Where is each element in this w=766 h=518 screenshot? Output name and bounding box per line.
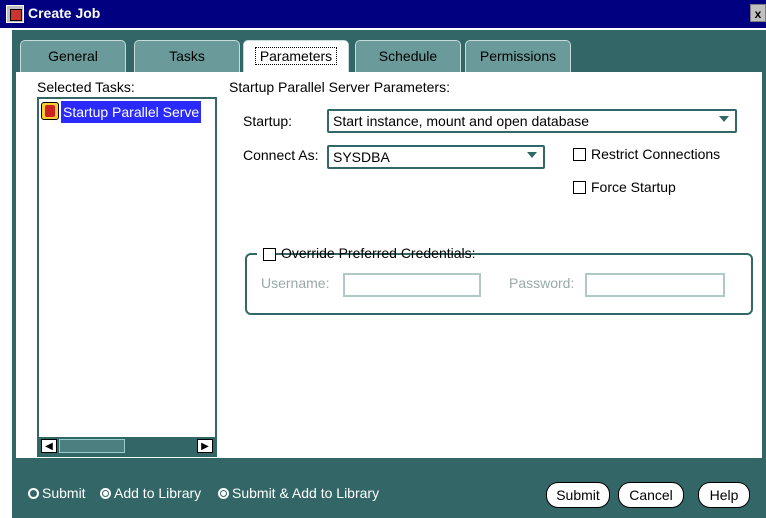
scroll-thumb[interactable]	[59, 439, 125, 453]
connect-as-label: Connect As:	[243, 147, 319, 163]
override-credentials-label: Override Preferred Credentials:	[281, 245, 476, 261]
submit-option-label: Submit	[42, 485, 86, 501]
window-title: Create Job	[28, 5, 101, 21]
help-button[interactable]: Help	[698, 482, 750, 508]
chevron-down-icon[interactable]	[527, 152, 537, 158]
force-startup-label: Force Startup	[591, 179, 676, 195]
add-to-library-radio[interactable]	[100, 488, 111, 499]
connect-as-select[interactable]: SYSDBA	[327, 145, 545, 169]
tab-permissions[interactable]: Permissions	[465, 40, 571, 72]
tab-schedule[interactable]: Schedule	[355, 40, 461, 72]
restrict-connections-checkbox[interactable]	[573, 148, 586, 161]
add-to-library-option-label: Add to Library	[114, 485, 202, 501]
submit-button[interactable]: Submit	[546, 482, 610, 508]
tab-label: General	[48, 48, 98, 64]
tab-tasks[interactable]: Tasks	[134, 40, 240, 72]
selected-tasks-list[interactable]: Startup Parallel Serve ◀ ▶	[37, 97, 217, 457]
override-credentials-group: Override Preferred Credentials: Username…	[245, 245, 753, 315]
dialog-panel: General Tasks Parameters Schedule Permis…	[12, 30, 766, 518]
footer-bar: Submit Add to Library Submit & Add to Li…	[12, 458, 766, 518]
tab-label: Parameters	[254, 47, 338, 65]
connect-as-value: SYSDBA	[333, 149, 390, 165]
list-item-label: Startup Parallel Serve	[61, 101, 202, 123]
chevron-down-icon[interactable]	[719, 116, 729, 122]
password-label: Password:	[509, 275, 575, 291]
override-credentials-checkbox[interactable]	[263, 248, 276, 261]
tab-label: Tasks	[169, 48, 205, 64]
app-icon	[6, 5, 24, 23]
username-field[interactable]	[343, 273, 481, 297]
startup-value: Start instance, mount and open database	[333, 113, 590, 129]
tab-strip: General Tasks Parameters Schedule Permis…	[12, 30, 766, 74]
parameters-section-label: Startup Parallel Server Parameters:	[229, 79, 450, 95]
tab-general[interactable]: General	[20, 40, 126, 72]
parameters-tab-content: Selected Tasks: Startup Parallel Serve ◀…	[16, 72, 762, 458]
title-bar: Create Job x	[0, 0, 766, 28]
tab-parameters[interactable]: Parameters	[243, 40, 349, 74]
username-label: Username:	[261, 275, 330, 291]
submit-and-add-radio[interactable]	[218, 488, 229, 499]
create-job-window: Create Job x General Tasks Parameters Sc…	[0, 0, 766, 518]
scroll-right-icon[interactable]: ▶	[197, 439, 213, 453]
task-icon	[41, 102, 59, 120]
override-credentials-legend: Override Preferred Credentials:	[257, 245, 476, 263]
password-field[interactable]	[585, 273, 725, 297]
cancel-button[interactable]: Cancel	[618, 482, 684, 508]
submit-radio[interactable]	[28, 488, 39, 499]
startup-label: Startup:	[243, 113, 293, 129]
startup-select[interactable]: Start instance, mount and open database	[327, 109, 737, 133]
force-startup-checkbox[interactable]	[573, 181, 586, 194]
scroll-left-icon[interactable]: ◀	[41, 439, 57, 453]
horizontal-scrollbar[interactable]: ◀ ▶	[39, 437, 215, 455]
tab-label: Schedule	[378, 48, 438, 64]
restrict-connections-label: Restrict Connections	[591, 146, 721, 162]
selected-tasks-label: Selected Tasks:	[37, 79, 135, 95]
tab-label: Permissions	[479, 48, 557, 64]
list-item[interactable]: Startup Parallel Serve	[41, 101, 217, 123]
submit-and-add-option-label: Submit & Add to Library	[232, 485, 380, 501]
close-button[interactable]: x	[750, 4, 766, 22]
